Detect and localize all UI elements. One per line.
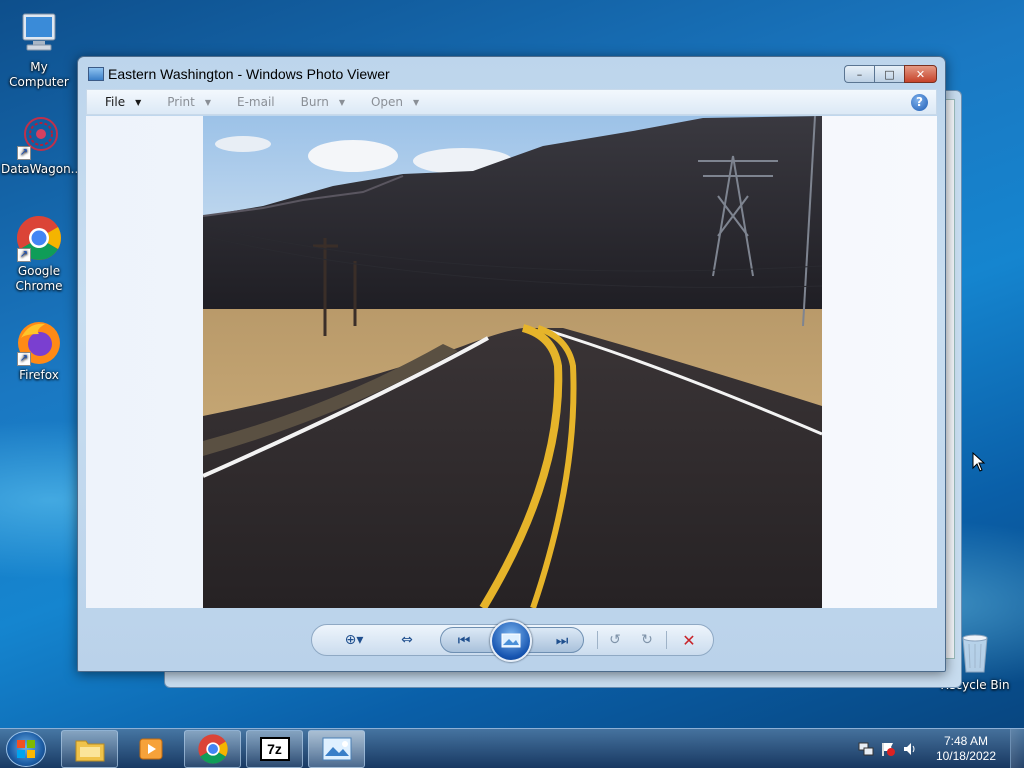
system-tray: 7:48 AM 10/18/2022 xyxy=(854,729,1024,768)
taskbar-photo-viewer-button[interactable] xyxy=(308,730,365,768)
shortcut-arrow-icon: ↗ xyxy=(17,248,31,262)
desktop-icon-label: DataWagon... xyxy=(1,162,83,176)
window-title: Eastern Washington - Windows Photo Viewe… xyxy=(108,66,390,82)
menu-burn[interactable]: Burn ▼ xyxy=(283,90,353,114)
maximize-button[interactable]: □ xyxy=(874,65,904,83)
delete-button[interactable]: ✕ xyxy=(674,625,704,655)
zoom-icon: ⊕▾ xyxy=(344,632,364,648)
show-desktop-button[interactable] xyxy=(1010,729,1024,768)
taskbar: 7z 7:48 AM 10/18/2022 xyxy=(0,728,1024,768)
chevron-down-icon: ▼ xyxy=(204,97,212,107)
slideshow-icon xyxy=(501,633,521,648)
media-player-icon xyxy=(139,738,162,760)
rotate-clockwise-button[interactable]: ↻ xyxy=(632,625,662,655)
minimize-icon: – xyxy=(856,67,863,81)
clock[interactable]: 7:48 AM 10/18/2022 xyxy=(936,734,996,764)
windows-logo-icon xyxy=(17,740,35,758)
menu-burn-label: Burn xyxy=(300,95,329,109)
chevron-down-icon: ▼ xyxy=(338,97,345,107)
rotate-clockwise-icon: ↻ xyxy=(641,632,653,648)
taskbar-media-player-button[interactable] xyxy=(122,730,179,768)
road-landscape-photo xyxy=(203,116,822,608)
separator xyxy=(597,631,598,649)
taskbar-7zip-button[interactable]: 7z xyxy=(246,730,303,768)
shortcut-arrow-icon: ↗ xyxy=(17,352,31,366)
explorer-icon xyxy=(75,740,104,762)
menu-print-label: Print xyxy=(167,95,195,109)
desktop-icon-my-computer[interactable]: My Computer xyxy=(1,10,77,90)
menu-email[interactable]: E-mail xyxy=(219,90,283,114)
menu-email-label: E-mail xyxy=(237,95,275,109)
actual-size-icon: ⇔ xyxy=(401,632,413,648)
clock-date: 10/18/2022 xyxy=(935,749,996,763)
desktop-icon-datawagon[interactable]: ↗ DataWagon... xyxy=(1,112,83,177)
action-center-flag-icon[interactable] xyxy=(880,741,896,757)
image-viewport[interactable] xyxy=(86,116,937,608)
menu-open[interactable]: Open ▼ xyxy=(353,90,427,114)
menu-bar: File ▼ Print ▼ E-mail Burn ▼ Open ▼ ? xyxy=(86,89,937,115)
chrome-icon: ↗ xyxy=(15,214,63,262)
minimize-button[interactable]: – xyxy=(844,65,874,83)
start-button[interactable] xyxy=(6,731,46,767)
desktop-icon-label: Firefox xyxy=(19,368,59,382)
desktop-icon-google-chrome[interactable]: ↗ Google Chrome xyxy=(1,214,77,294)
rotate-counterclockwise-button[interactable]: ↺ xyxy=(600,625,630,655)
photo-viewer-window[interactable]: Eastern Washington - Windows Photo Viewe… xyxy=(77,56,946,672)
menu-file[interactable]: File ▼ xyxy=(87,90,149,114)
next-icon: ⏭ xyxy=(555,633,569,649)
chrome-icon xyxy=(197,734,228,764)
photo-viewer-icon xyxy=(322,737,351,761)
slideshow-button[interactable] xyxy=(490,620,532,662)
help-icon[interactable]: ? xyxy=(911,94,928,111)
menu-file-label: File xyxy=(105,95,126,109)
chevron-down-icon: ▼ xyxy=(413,97,420,107)
close-icon: ✕ xyxy=(915,67,926,81)
delete-icon: ✕ xyxy=(682,630,696,650)
maximize-icon: □ xyxy=(884,67,895,81)
datawagon-icon: ↗ xyxy=(15,112,63,160)
menu-open-label: Open xyxy=(370,95,404,109)
previous-icon: ⏮ xyxy=(457,633,471,649)
taskbar-explorer-button[interactable] xyxy=(61,730,118,768)
next-button[interactable]: ⏭ xyxy=(549,628,575,654)
caption-buttons: – □ ✕ xyxy=(844,65,937,83)
desktop-icon-label: My Computer xyxy=(9,60,69,89)
playback-toolbar: ⊕▾ ⇔ ⏮ ⏭ ↺ ↻ ✕ xyxy=(311,620,714,662)
clock-time: 7:48 AM xyxy=(943,734,988,748)
desktop-icon-firefox[interactable]: ↗ Firefox xyxy=(1,318,77,383)
computer-icon xyxy=(15,10,63,58)
close-button[interactable]: ✕ xyxy=(904,65,937,83)
chevron-down-icon: ▼ xyxy=(135,97,142,107)
separator xyxy=(666,631,667,649)
title-bar[interactable]: Eastern Washington - Windows Photo Viewe… xyxy=(78,57,945,89)
rotate-counterclockwise-icon: ↺ xyxy=(609,632,621,648)
7zip-icon: 7z xyxy=(259,737,290,761)
photo-viewer-icon xyxy=(88,67,104,81)
actual-size-button[interactable]: ⇔ xyxy=(392,625,422,655)
menu-print[interactable]: Print ▼ xyxy=(149,90,219,114)
volume-icon[interactable] xyxy=(902,741,918,757)
photo-image xyxy=(203,116,822,608)
previous-button[interactable]: ⏮ xyxy=(451,628,477,654)
desktop-icon-label: Google Chrome xyxy=(15,264,63,293)
taskbar-chrome-button[interactable] xyxy=(184,730,241,768)
shortcut-arrow-icon: ↗ xyxy=(17,146,31,160)
firefox-icon: ↗ xyxy=(15,318,63,366)
mouse-cursor-icon xyxy=(972,452,986,472)
network-icon[interactable] xyxy=(858,741,874,757)
zoom-button[interactable]: ⊕▾ xyxy=(334,625,374,655)
